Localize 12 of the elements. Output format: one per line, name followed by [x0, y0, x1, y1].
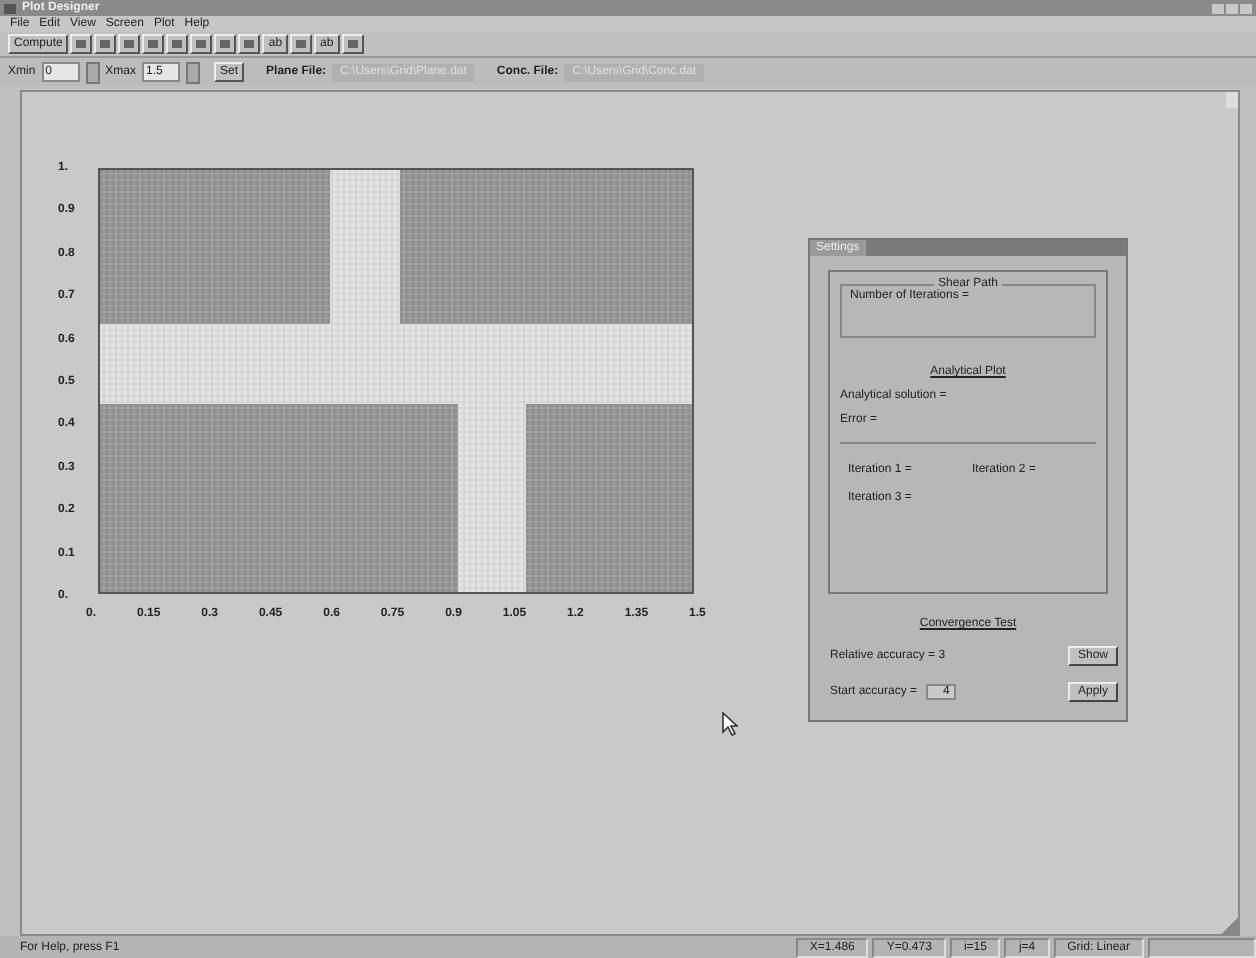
toolbar-button[interactable]	[238, 34, 261, 54]
toolbar-button[interactable]	[118, 34, 141, 54]
app-icon	[4, 3, 16, 13]
toolbar-button[interactable]	[341, 34, 364, 54]
toolbar-button[interactable]	[214, 34, 237, 54]
toolbar-button[interactable]	[94, 34, 117, 54]
toolbar-button[interactable]	[290, 34, 313, 54]
toolbar-button[interactable]	[142, 34, 165, 54]
toolbar-button[interactable]	[190, 34, 213, 54]
mouse-pointer-icon	[722, 712, 738, 736]
toolbar-button[interactable]	[166, 34, 189, 54]
toolbar-button[interactable]	[70, 34, 93, 54]
